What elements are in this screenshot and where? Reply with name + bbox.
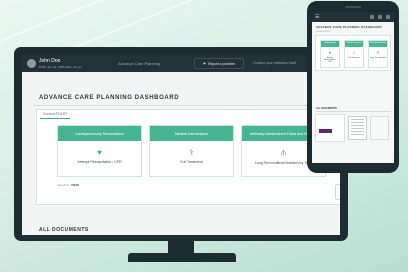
policy-value: Full Treatment (180, 160, 203, 164)
document-preview[interactable] (348, 116, 367, 140)
policy-header: Cardiopulmonary Resuscitation (58, 126, 141, 141)
policy-value: Attempt Resuscitation / CPR (77, 160, 122, 164)
policy-header: Medical Interventions (150, 126, 233, 141)
heart-icon: ♥ (97, 148, 102, 157)
polst-card: Current POLST Cardiopulmonary Resuscitat… (36, 109, 340, 205)
monitor-screen: John Doe DOB: Jan 01, 1985 Male, 34 y/o … (22, 55, 340, 235)
report-problem-button[interactable]: ⚑ Report a problem (194, 58, 244, 69)
policy-value: Attempt Resuscitation / CPR (324, 57, 336, 63)
nav-title[interactable]: Advance Care Planning (118, 61, 160, 66)
user-icon[interactable] (386, 15, 390, 19)
document-tile[interactable] (315, 114, 345, 142)
phone-all-documents-title: ALL DOCUMENTS (316, 107, 337, 110)
help-icon[interactable] (378, 15, 382, 19)
phone-polst-card: Cardiopulmonary Resuscitation ♥ Attempt … (315, 35, 391, 71)
iv-drip-icon: ⚕ (352, 50, 356, 55)
document-label-bar (319, 129, 332, 133)
policy-header: Artificially Administered Fluids (369, 41, 387, 47)
policy-medical-interventions[interactable]: Medical Interventions ⚕ Full Treatment (149, 125, 234, 177)
phone-policy-medical[interactable]: Medical Interventions ⚕ Full Treatment (344, 40, 364, 68)
user-name: John Doe (39, 58, 61, 64)
avatar[interactable] (27, 59, 36, 68)
user-meta: DOB: Jan 01, 1985 Male, 34 y/o (39, 65, 82, 69)
selection-label: Selection: (57, 183, 72, 187)
phone-policy-cpr[interactable]: Cardiopulmonary Resuscitation ♥ Attempt … (320, 40, 340, 68)
top-bar: John Doe DOB: Jan 01, 1985 Male, 34 y/o … (22, 55, 340, 72)
phone-page-title: ADVANCE CARE PLANNING DASHBOARD (316, 25, 382, 29)
tab-current-polst[interactable]: Current POLST (43, 112, 67, 116)
contact-link[interactable]: Contact your institution staff (253, 61, 296, 65)
document-icon (335, 184, 340, 200)
document-preview[interactable] (370, 116, 389, 140)
mobile-phone: ☰ ADVANCE CARE PLANNING DASHBOARD Curren… (307, 1, 399, 173)
page-title: ADVANCE CARE PLANNING DASHBOARD (39, 95, 180, 101)
policy-value: Full Treatment (348, 57, 360, 59)
desktop-monitor: John Doe DOB: Jan 01, 1985 Male, 34 y/o … (14, 47, 348, 241)
all-documents-title: ALL DOCUMENTS (39, 227, 89, 233)
policy-header: Cardiopulmonary Resuscitation (321, 41, 339, 47)
report-problem-label: Report a problem (208, 61, 236, 66)
flag-icon[interactable] (370, 15, 374, 19)
phone-speaker (345, 6, 361, 8)
phone-top-bar: ☰ (312, 12, 394, 22)
title-divider (33, 105, 329, 106)
phone-policy-nutrition[interactable]: Artificially Administered Fluids ⫛ Long … (368, 40, 388, 68)
heart-icon: ♥ (328, 50, 332, 55)
flag-icon: ⚑ (202, 61, 207, 66)
phone-tab-current-polst[interactable]: Current POLST (316, 31, 330, 33)
tab-indicator (40, 118, 70, 119)
menu-icon[interactable]: ☰ (315, 14, 319, 20)
documents-divider (315, 111, 391, 112)
policy-value: Long Term Nutrition (370, 57, 386, 59)
phone-screen: ☰ ADVANCE CARE PLANNING DASHBOARD Curren… (312, 12, 394, 163)
policy-cpr[interactable]: Cardiopulmonary Resuscitation ♥ Attempt … (57, 125, 142, 177)
feeding-tube-icon: ⫛ (376, 50, 380, 55)
selection-value[interactable]: VIEW (71, 183, 79, 187)
monitor-stand (128, 253, 236, 262)
policy-header: Medical Interventions (345, 41, 363, 47)
selection-status: Selection: VIEW (57, 183, 79, 187)
iv-drip-icon: ⚕ (189, 148, 194, 157)
